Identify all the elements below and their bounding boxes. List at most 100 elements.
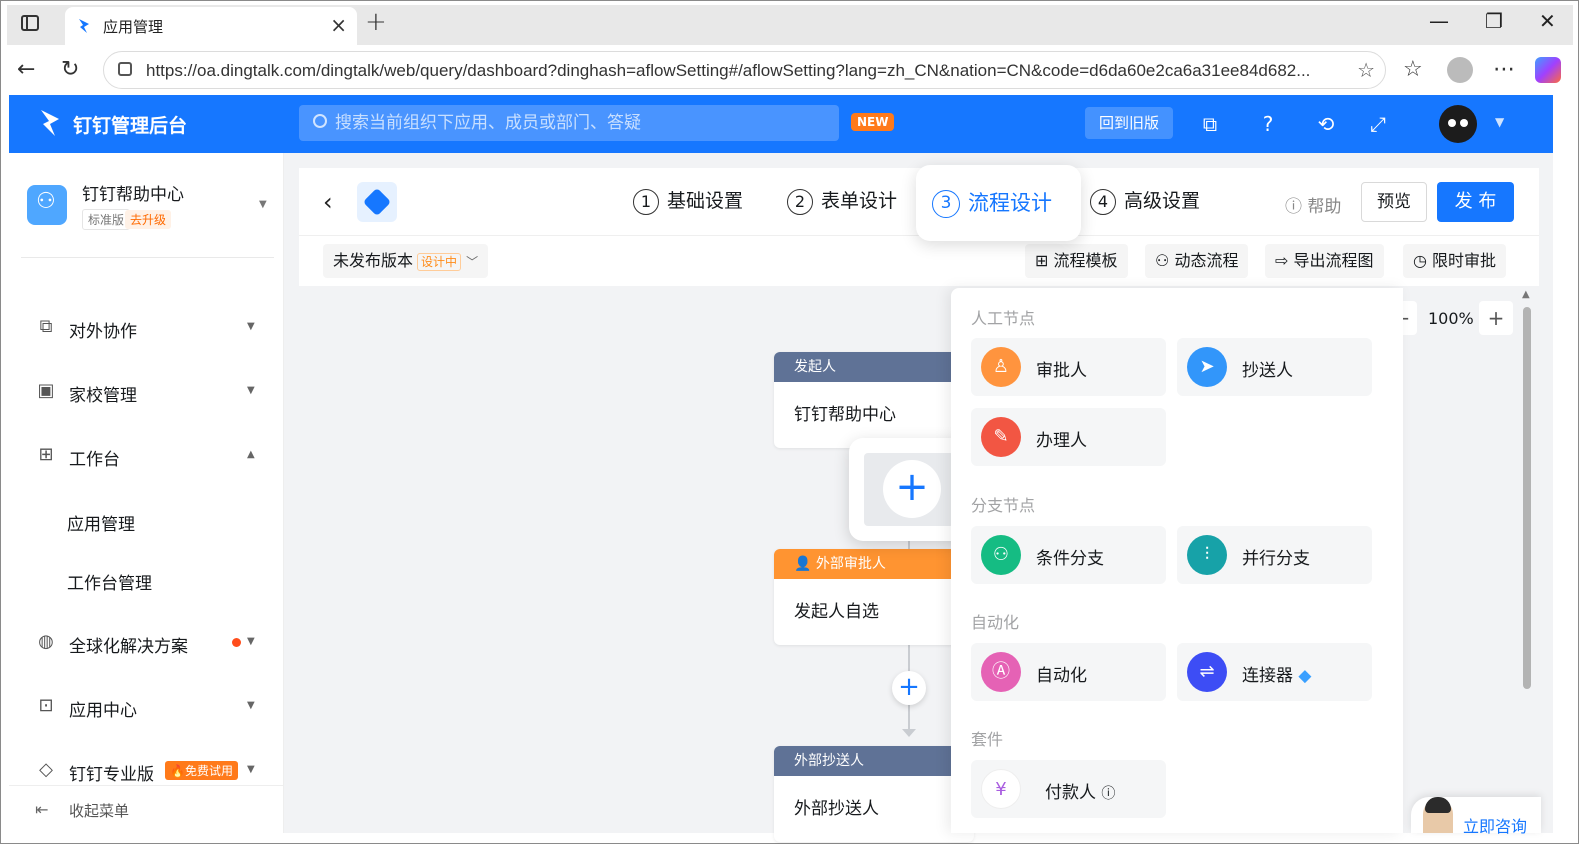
step-form-design[interactable]: 2 表单设计 [787,186,897,218]
favorites-icon[interactable]: ☆ [1403,57,1423,82]
global-search[interactable] [299,105,839,141]
picker-item-automation[interactable]: Ⓐ 自动化 [971,643,1166,701]
sidebar-item-external-collab[interactable]: ⧉ 对外协作 ▼ [9,306,284,350]
user-avatar[interactable] [1439,105,1477,143]
payer-label: 付款人 [1045,783,1096,803]
step-number: 3 [932,190,960,218]
help-circle-icon[interactable]: ? [1257,113,1279,135]
publish-button[interactable]: 发 布 [1437,182,1514,222]
node-picker-popover: 人工节点 ♙ 审批人 ➤ 抄送人 ✎ 办理人 分支节点 ⚇ 条件分支 ⫶ 并行分… [951,288,1403,833]
dingtalk-favicon-icon [79,19,89,33]
address-bar[interactable]: https://oa.dingtalk.com/dingtalk/web/que… [103,51,1386,89]
node-body: 外部抄送人 [794,799,879,819]
picker-item-parallel-branch[interactable]: ⫶ 并行分支 [1177,526,1372,584]
close-window-icon[interactable]: ✕ [1539,9,1556,33]
edition-badge: 标准版 [82,209,131,230]
browser-navbar: ← ↻ https://oa.dingtalk.com/dingtalk/web… [7,45,1573,95]
browser-tab[interactable]: 应用管理 × [65,7,357,45]
diamond-icon: ◆ [1298,666,1312,686]
clock-icon: ◷ [1413,251,1433,270]
info-icon[interactable]: ⓘ [1101,786,1115,802]
export-flow-button[interactable]: ⇨ 导出流程图 [1265,244,1384,278]
minimize-icon[interactable]: — [1429,9,1449,33]
trial-badge[interactable]: 🔥免费试用 [165,761,238,780]
flow-node-initiator[interactable]: 发起人 钉钉帮助中心 [774,352,974,448]
tab-close-icon[interactable]: × [330,13,347,37]
tab-actions-icon[interactable] [21,15,39,31]
vertical-scrollbar[interactable] [1523,307,1531,689]
picker-item-approver[interactable]: ♙ 审批人 [971,338,1166,396]
picker-item-handler[interactable]: ✎ 办理人 [971,408,1166,466]
refresh-icon[interactable]: ↻ [61,57,79,82]
add-node-highlight: + [864,453,954,526]
collapse-menu-button[interactable]: ⇤ 收起菜单 [9,785,284,833]
sidebar-subitem-workbench-manage[interactable]: 工作台管理 [67,569,152,594]
parallel-icon: ⫶ [1187,535,1227,575]
version-label: 未发布版本 [333,251,414,270]
old-version-button[interactable]: 回到旧版 [1085,107,1174,139]
flow-node-external-cc[interactable]: 外部抄送人 外部抄送人 [774,746,974,842]
collapse-label: 收起菜单 [69,802,130,820]
org-switch-chevron-icon[interactable]: ▼ [259,199,267,210]
step-number: 4 [1090,188,1116,215]
dingtalk-logo-icon [41,110,59,136]
sidebar-item-global[interactable]: ◍ 全球化解决方案 ▼ [9,621,284,665]
time-limit-button[interactable]: ◷ 限时审批 [1403,244,1507,278]
favorite-star-icon[interactable]: ☆ [1357,58,1375,82]
new-tab-icon[interactable]: + [365,7,387,37]
fullscreen-icon[interactable]: ⤢ [1367,113,1389,135]
picker-item-condition-branch[interactable]: ⚇ 条件分支 [971,526,1166,584]
flow-template-button[interactable]: ⊞ 流程模板 [1025,244,1128,278]
add-node-button[interactable]: + [892,671,926,705]
upgrade-link[interactable]: 去升级 [125,210,172,229]
app-switch-icon[interactable]: ⧉ [1199,113,1221,135]
zoom-in-button[interactable]: + [1479,301,1513,335]
consult-label: 立即咨询 [1463,817,1528,836]
send-icon: ➤ [1187,347,1227,387]
picker-item-label: 自动化 [1036,666,1087,686]
step-flow-design[interactable]: 3 流程设计 [916,165,1081,241]
more-icon[interactable]: ⋯ [1493,57,1515,82]
sidebar: 钉钉帮助中心 标准版 去升级 ▼ ⧉ 对外协作 ▼ ▣ 家校管理 ▼ ⊞ 工作台… [9,153,284,833]
help-label: 帮助 [1307,197,1342,217]
step-basic-settings[interactable]: 1 基础设置 [633,186,743,218]
picker-item-payer[interactable]: ¥ 付款人 ⓘ [971,760,1166,818]
chevron-down-icon[interactable]: ▼ [1495,115,1504,129]
preview-button[interactable]: 预览 [1361,182,1427,222]
picker-group-title: 套件 [971,730,1004,749]
restore-icon[interactable]: ❐ [1485,9,1503,33]
sidebar-subitem-app-manage[interactable]: 应用管理 [67,510,135,535]
browser-window: 应用管理 × + — ❐ ✕ ← ↻ https://oa.dingtalk.c… [0,0,1579,844]
tool-label: 限时审批 [1432,251,1497,270]
help-button[interactable]: ⓘ 帮助 [1285,192,1341,217]
payment-icon: ¥ [981,769,1021,809]
sidebar-item-app-center[interactable]: ⊡ 应用中心 ▼ [9,685,284,729]
picker-item-cc[interactable]: ➤ 抄送人 [1177,338,1372,396]
sidebar-item-label: 钉钉专业版 [69,765,154,785]
search-input[interactable] [335,105,825,141]
picker-item-connector[interactable]: ⇌ 连接器 ◆ [1177,643,1372,701]
app-title: 钉钉管理后台 [73,115,188,137]
flow-node-external-approver[interactable]: 👤 外部审批人 发起人自选 [774,549,974,645]
site-info-icon[interactable] [118,62,132,76]
sidebar-item-workbench[interactable]: ⊞ 工作台 ▲ [9,434,284,478]
consult-button[interactable]: 立即咨询 [1411,797,1541,836]
org-name[interactable]: 钉钉帮助中心 [82,180,184,205]
back-chevron-icon[interactable]: ‹ [323,188,333,216]
user-icon: 👤 [794,556,816,572]
dynamic-flow-button[interactable]: ⚇ 动态流程 [1145,244,1249,278]
sidebar-item-school[interactable]: ▣ 家校管理 ▼ [9,370,284,414]
copilot-icon[interactable] [1535,57,1561,83]
back-icon[interactable]: ← [17,57,35,82]
plus-icon: + [883,460,941,518]
org-chart-icon: ⚇ [1155,251,1175,270]
headset-icon[interactable]: ⟲ [1315,113,1337,135]
sidebar-item-label: 全球化解决方案 [69,637,188,657]
browser-titlebar: 应用管理 × + — ❐ ✕ [7,5,1573,45]
scroll-up-icon[interactable]: ▲ [1522,289,1530,300]
zoom-level: 100% [1428,309,1474,328]
profile-icon[interactable] [1447,57,1473,83]
globe-icon: ◍ [38,631,54,652]
version-selector[interactable]: 未发布版本 设计中 ﹀ [323,244,489,278]
step-advanced-settings[interactable]: 4 高级设置 [1090,186,1200,218]
